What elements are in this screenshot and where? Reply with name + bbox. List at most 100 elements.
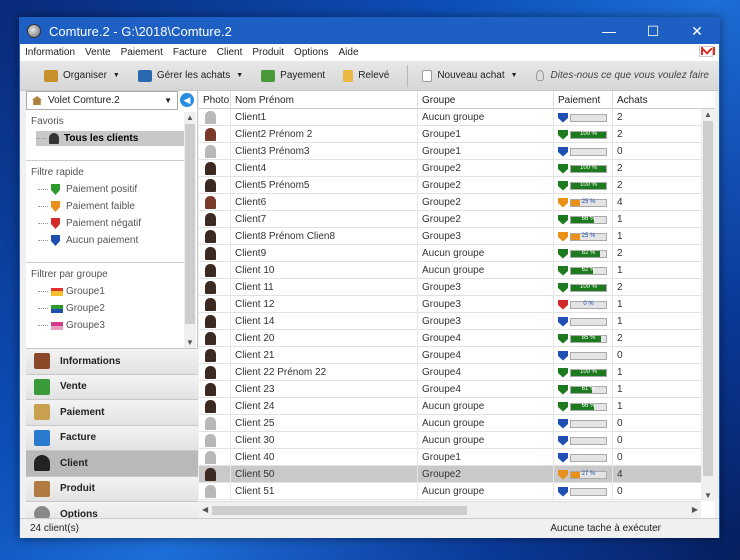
- tree-connector: [38, 325, 48, 326]
- back-arrow-icon[interactable]: ◀: [180, 93, 194, 107]
- grid-horizontal-scrollbar[interactable]: ◀ ▶: [199, 501, 701, 518]
- filter-paiement-positif[interactable]: Paiement positif: [38, 182, 184, 197]
- scrollbar-thumb[interactable]: [703, 121, 713, 476]
- filter-groupe2[interactable]: Groupe2: [38, 301, 184, 316]
- payment-cell: 62 %: [554, 262, 613, 279]
- payment-percent: 66 %: [581, 402, 596, 409]
- scroll-left-icon[interactable]: ◀: [202, 505, 208, 514]
- avatar-placeholder: [205, 451, 216, 464]
- table-row[interactable]: Client6 Groupe2 25 % 4: [199, 194, 701, 211]
- filter-paiement-faible[interactable]: Paiement faible: [38, 199, 184, 214]
- scrollbar-thumb[interactable]: [185, 124, 195, 324]
- table-row[interactable]: Client7 Groupe2 66 % 1: [199, 211, 701, 228]
- payment-cell: 100 %: [554, 160, 613, 177]
- tree-scrollbar[interactable]: ▲ ▼: [184, 112, 196, 348]
- menu-paiement[interactable]: Paiement: [116, 47, 168, 58]
- table-row[interactable]: Client 25 Aucun groupe 0: [199, 415, 701, 432]
- table-row[interactable]: Client8 Prénom Clien8 Groupe3 25 % 1: [199, 228, 701, 245]
- column-header-groupe[interactable]: Groupe: [418, 91, 554, 109]
- table-row[interactable]: Client 24 Aucun groupe 66 % 1: [199, 398, 701, 415]
- table-row[interactable]: Client 20 Groupe4 85 % 2: [199, 330, 701, 347]
- filter-aucun-paiement[interactable]: Aucun paiement: [38, 233, 184, 248]
- table-row[interactable]: Client 51 Aucun groupe 0: [199, 483, 701, 500]
- avatar-placeholder: [205, 417, 216, 430]
- table-row[interactable]: Client4 Groupe2 100 % 2: [199, 160, 701, 177]
- scroll-right-icon[interactable]: ▶: [692, 505, 698, 514]
- column-header-nom[interactable]: Nom Prénom: [231, 91, 418, 109]
- name-cell: Client 50: [231, 466, 418, 483]
- document-icon: [422, 69, 433, 82]
- scroll-down-icon[interactable]: ▼: [704, 491, 712, 500]
- gerer-achats-button[interactable]: Gérer les achats ▼: [137, 69, 243, 82]
- column-header-photo[interactable]: Photo: [199, 91, 231, 109]
- nav-produit[interactable]: Produit: [26, 475, 198, 501]
- photo-cell: [199, 228, 231, 245]
- negative-payment-shield-icon: [558, 299, 568, 310]
- menu-vente[interactable]: Vente: [80, 47, 116, 58]
- releve-label: Relevé: [358, 70, 390, 81]
- nav-paiement[interactable]: Paiement: [26, 399, 198, 425]
- table-row[interactable]: Client1 Aucun groupe 2: [199, 109, 701, 126]
- box-icon: [34, 480, 50, 497]
- scroll-down-icon[interactable]: ▼: [186, 338, 194, 347]
- menu-information[interactable]: Information: [20, 47, 80, 58]
- payement-label: Payement: [280, 70, 326, 81]
- table-row[interactable]: Client 40 Groupe1 0: [199, 449, 701, 466]
- table-row[interactable]: Client 11 Groupe3 100 % 2: [199, 279, 701, 296]
- close-button[interactable]: ✕: [675, 18, 719, 44]
- releve-button[interactable]: Relevé: [343, 69, 390, 82]
- menu-client[interactable]: Client: [212, 47, 248, 58]
- name-cell: Client 12: [231, 296, 418, 313]
- table-row[interactable]: Client2 Prénom 2 Groupe1 100 % 2: [199, 126, 701, 143]
- volet-selector[interactable]: Volet Comture.2 ▼: [26, 91, 178, 110]
- column-header-paiement[interactable]: Paiement: [554, 91, 613, 109]
- table-row[interactable]: Client 14 Groupe3 1: [199, 313, 701, 330]
- none-payment-shield-icon: [558, 316, 568, 327]
- maximize-button[interactable]: ☐: [631, 18, 675, 44]
- table-row[interactable]: Client 22 Prénom 22 Groupe4 100 % 1: [199, 364, 701, 381]
- scrollbar-thumb[interactable]: [212, 506, 467, 515]
- filter-paiement-negatif[interactable]: Paiement négatif: [38, 216, 184, 231]
- nouveau-achat-button[interactable]: Nouveau achat ▼: [422, 69, 518, 82]
- nav-vente[interactable]: Vente: [26, 373, 198, 399]
- tree-item-tous-clients[interactable]: Tous les clients: [36, 131, 184, 146]
- tell-me-box[interactable]: Dites-nous ce que vous voulez faire: [535, 70, 709, 81]
- photo-cell: [199, 143, 231, 160]
- organiser-button[interactable]: Organiser ▼: [44, 69, 120, 82]
- table-row[interactable]: Client 21 Groupe4 0: [199, 347, 701, 364]
- table-row[interactable]: Client3 Prénom3 Groupe1 0: [199, 143, 701, 160]
- menu-aide[interactable]: Aide: [334, 47, 364, 58]
- avatar-placeholder: [205, 434, 216, 447]
- gmail-icon[interactable]: [699, 46, 715, 57]
- scroll-up-icon[interactable]: ▲: [704, 110, 712, 119]
- name-cell: Client3 Prénom3: [231, 143, 418, 160]
- filtrer-groupe-header: Filtrer par groupe: [26, 262, 184, 280]
- menu-produit[interactable]: Produit: [247, 47, 289, 58]
- payment-percent: 100 %: [579, 283, 597, 290]
- table-row[interactable]: Client5 Prénom5 Groupe2 100 % 2: [199, 177, 701, 194]
- name-cell: Client 21: [231, 347, 418, 364]
- table-row[interactable]: Client 30 Aucun groupe 0: [199, 432, 701, 449]
- payment-cell: [554, 483, 613, 500]
- menu-options[interactable]: Options: [289, 47, 333, 58]
- table-row[interactable]: Client 50 Groupe2 27 % 4: [199, 466, 701, 483]
- table-row[interactable]: Client9 Aucun groupe 82 % 2: [199, 245, 701, 262]
- filter-groupe1[interactable]: Groupe1: [38, 284, 184, 299]
- nav-client[interactable]: Client: [26, 450, 198, 476]
- nav-informations[interactable]: Informations: [26, 348, 198, 374]
- none-payment-shield-icon: [558, 418, 568, 429]
- menu-facture[interactable]: Facture: [168, 47, 212, 58]
- column-header-achats[interactable]: Achats: [613, 91, 701, 109]
- name-cell: Client 11: [231, 279, 418, 296]
- payement-button[interactable]: Payement: [261, 69, 326, 82]
- table-row[interactable]: Client 10 Aucun groupe 62 % 1: [199, 262, 701, 279]
- minimize-button[interactable]: —: [587, 18, 631, 44]
- none-payment-shield-icon: [558, 486, 568, 497]
- payment-progress-bar: 100 %: [570, 164, 607, 173]
- grid-vertical-scrollbar[interactable]: ▲ ▼: [701, 109, 715, 501]
- table-row[interactable]: Client 23 Groupe4 61 % 1: [199, 381, 701, 398]
- table-row[interactable]: Client 12 Groupe3 0 % 1: [199, 296, 701, 313]
- nav-facture[interactable]: Facture: [26, 424, 198, 450]
- filter-groupe3[interactable]: Groupe3: [38, 318, 184, 333]
- scroll-up-icon[interactable]: ▲: [186, 113, 194, 122]
